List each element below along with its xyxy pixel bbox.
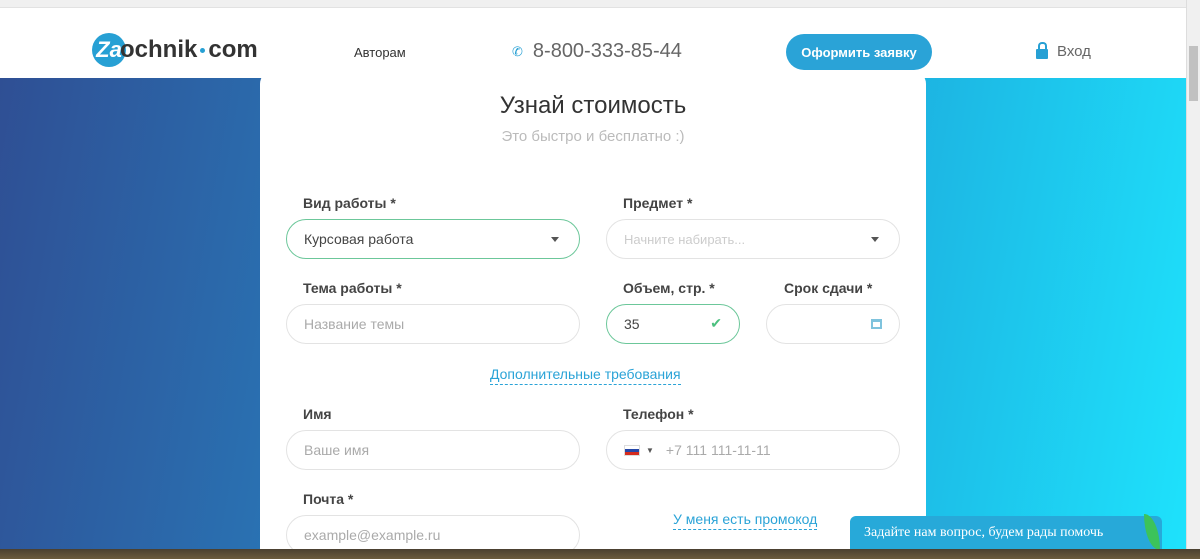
logo-dot (200, 47, 206, 53)
calendar-icon (871, 319, 882, 329)
deadline-label: Срок сдачи * (784, 280, 873, 296)
scrollbar-thumb[interactable] (1189, 46, 1198, 101)
browser-top-strip (0, 0, 1186, 8)
topic-input[interactable]: Название темы (286, 304, 580, 344)
work-type-value: Курсовая работа (304, 231, 414, 247)
phone-input[interactable]: ▼ +7 111 111-11-11 (606, 430, 900, 470)
logo-text: ochnik (120, 36, 198, 63)
form-title: Узнай стоимость (499, 92, 687, 119)
phone-icon: ✆ (512, 43, 523, 59)
country-dropdown-icon[interactable]: ▼ (646, 446, 654, 455)
work-type-select[interactable]: Курсовая работа (286, 219, 580, 259)
pages-label: Объем, стр. * (623, 280, 715, 296)
chat-text: Задайте нам вопрос, будем рады помочь (864, 525, 1104, 540)
email-placeholder: example@example.ru (304, 527, 441, 543)
subject-label: Предмет * (623, 195, 693, 211)
subject-select[interactable]: Начните набирать... (606, 219, 900, 259)
work-type-label: Вид работы * (303, 195, 396, 211)
login-label: Вход (1057, 43, 1091, 60)
scrollbar[interactable] (1186, 0, 1200, 549)
phone-label: Телефон * (623, 406, 694, 422)
chevron-down-icon (871, 237, 879, 242)
russia-flag-icon[interactable] (624, 444, 640, 456)
extra-requirements-link[interactable]: Дополнительные требования (490, 366, 681, 385)
leaf-icon (1144, 514, 1160, 550)
phone-text: 8-800-333-85-44 (532, 40, 682, 62)
logo-suffix: com (208, 36, 258, 63)
name-input[interactable]: Ваше имя (286, 430, 580, 470)
check-icon: ✔ (710, 315, 722, 331)
chevron-down-icon (551, 237, 559, 242)
login-link[interactable]: Вход (1036, 42, 1091, 60)
order-button[interactable]: Оформить заявку (786, 34, 932, 70)
email-label: Почта * (303, 491, 354, 507)
price-form-card: Узнай стоимость Это быстро и бесплатно :… (260, 70, 926, 555)
pages-input[interactable]: 35 ✔ (606, 304, 740, 344)
name-label: Имя (303, 406, 332, 422)
lock-icon (1036, 42, 1048, 59)
deadline-input[interactable] (766, 304, 900, 344)
logo[interactable]: Za ochnik com (92, 33, 258, 67)
subject-placeholder: Начните набирать... (624, 231, 746, 247)
phone-placeholder: +7 111 111-11-11 (665, 442, 771, 458)
nav-authors-link[interactable]: Авторам (354, 45, 406, 60)
topic-label: Тема работы * (303, 280, 402, 296)
os-taskbar (0, 549, 1200, 559)
site-header: Za ochnik com Авторам ✆ 8-800-333-85-44 Офо… (0, 8, 1186, 78)
phone-number[interactable]: ✆ 8-800-333-85-44 (512, 40, 682, 63)
promo-code-link[interactable]: У меня есть промокод (673, 511, 818, 530)
topic-placeholder: Название темы (304, 316, 405, 332)
pages-value: 35 (624, 316, 640, 332)
form-subtitle: Это быстро и бесплатно :) (501, 128, 685, 145)
name-placeholder: Ваше имя (304, 442, 370, 458)
